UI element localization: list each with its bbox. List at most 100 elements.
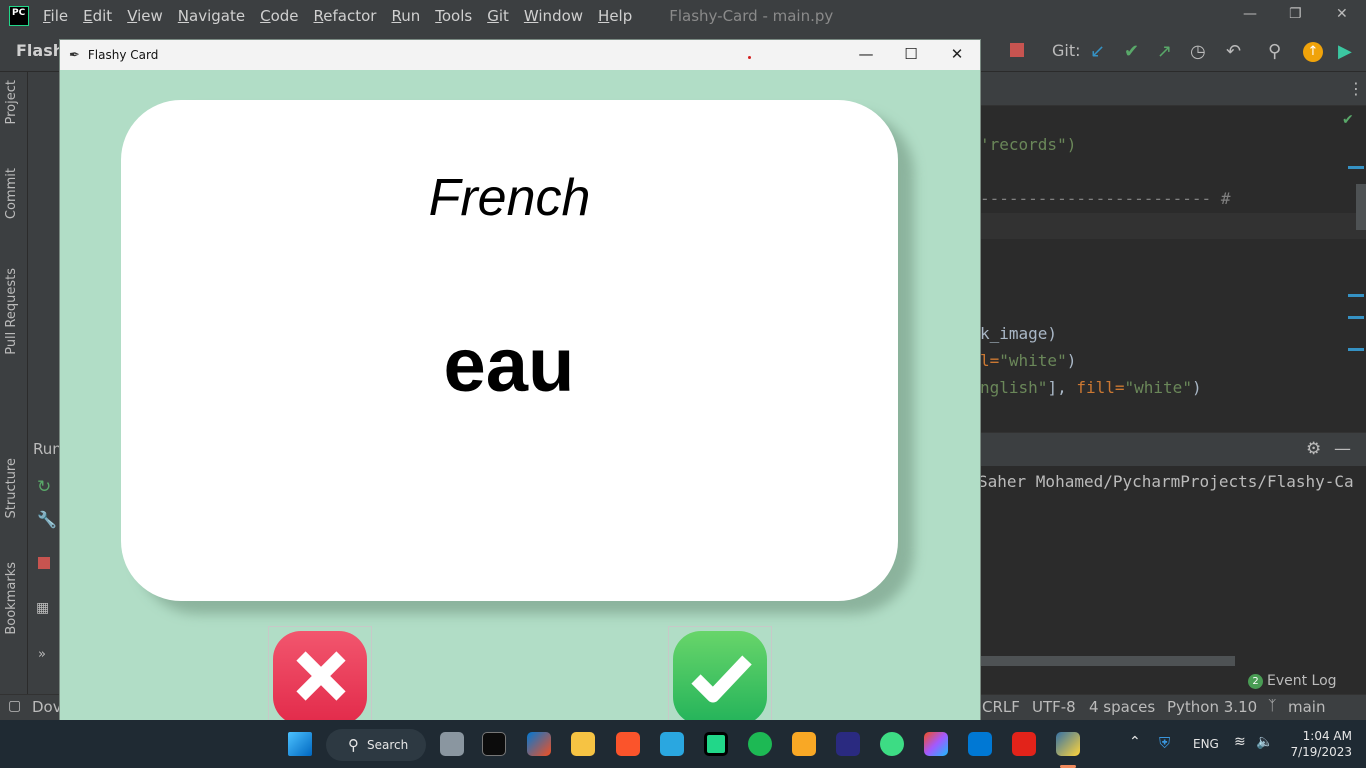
menu-git[interactable]: Git	[487, 7, 509, 25]
spotify-icon[interactable]	[748, 732, 772, 756]
check-icon	[691, 655, 752, 703]
intellij-idea-icon[interactable]	[836, 732, 860, 756]
menu-run[interactable]: Run	[391, 7, 420, 25]
file-explorer-icon[interactable]	[571, 732, 595, 756]
menu-file[interactable]: File	[43, 7, 68, 25]
menu-navigate[interactable]: Navigate	[178, 7, 245, 25]
figma-icon[interactable]	[924, 732, 948, 756]
tab-commit[interactable]: Commit	[4, 168, 19, 219]
tab-bookmarks[interactable]: Bookmarks	[4, 562, 19, 635]
brave-browser-icon[interactable]	[616, 732, 640, 756]
tab-structure[interactable]: Structure	[4, 458, 19, 518]
card-word: eau	[443, 323, 575, 408]
line-separator-status[interactable]: CRLF	[982, 698, 1020, 716]
terminal-icon[interactable]	[482, 732, 506, 756]
wps-office-icon[interactable]	[1012, 732, 1036, 756]
menu-tools[interactable]: Tools	[435, 7, 472, 25]
editor-scrollbar[interactable]	[1356, 184, 1366, 230]
tray-overflow-chevron-icon[interactable]: ⌃	[1129, 734, 1141, 750]
python-icon[interactable]	[1056, 732, 1080, 756]
stop-icon[interactable]	[1010, 43, 1024, 57]
menu-mnemonic: E	[83, 7, 93, 25]
tray-clock[interactable]: 1:04 AM 7/19/2023	[1288, 728, 1352, 760]
git-commit-icon[interactable]: ✔	[1124, 41, 1139, 62]
pycharm-logo-icon: PC	[9, 6, 29, 26]
volume-icon[interactable]: 🔈	[1256, 734, 1273, 750]
flashy-maximize-icon[interactable]: ☐	[896, 45, 926, 63]
tab-pull-requests[interactable]: Pull Requests	[4, 268, 19, 355]
code-line: nglish"], fill="white")	[980, 378, 1202, 397]
git-branch-icon: ᛉ	[1268, 698, 1277, 714]
toggle-tool-windows-icon[interactable]: ▢	[8, 698, 21, 714]
code-token: 'records")	[980, 135, 1077, 154]
editor-more-icon[interactable]: ⋮	[1348, 79, 1364, 98]
run-hide-icon[interactable]: —	[1334, 439, 1351, 459]
rerun-icon[interactable]: ↻	[37, 477, 51, 497]
event-log-button[interactable]: 2 Event Log	[1248, 673, 1337, 689]
layout-icon[interactable]: ▦	[36, 600, 49, 616]
code-editor[interactable]: ⋮ ✔ 'records") ------------------------ …	[980, 72, 1366, 432]
git-label: Git:	[1052, 41, 1081, 60]
console-horizontal-scrollbar[interactable]	[980, 656, 1235, 666]
right-button[interactable]	[668, 626, 772, 720]
menu-edit[interactable]: Edit	[83, 7, 112, 25]
wrench-icon[interactable]: 🔧	[37, 510, 57, 529]
interpreter-status[interactable]: Python 3.10	[1167, 698, 1257, 716]
power-automate-icon[interactable]	[660, 732, 684, 756]
ide-minimize-icon[interactable]: —	[1243, 6, 1257, 22]
indent-status[interactable]: 4 spaces	[1089, 698, 1155, 716]
menu-view[interactable]: View	[127, 7, 163, 25]
windows-start-icon[interactable]	[288, 732, 312, 756]
wrong-button[interactable]	[268, 626, 372, 720]
microsoft-store-icon[interactable]	[527, 732, 551, 756]
run-stop-icon[interactable]	[38, 557, 50, 569]
tab-project[interactable]: Project	[4, 80, 19, 124]
taskbar-search-box[interactable]: ⚲ Search	[326, 729, 426, 761]
menu-mnemonic: V	[127, 7, 138, 25]
tk-feather-icon: ✒	[69, 47, 80, 63]
git-rollback-icon[interactable]: ↶	[1226, 41, 1241, 62]
android-studio-icon[interactable]	[880, 732, 904, 756]
menu-window[interactable]: Window	[524, 7, 583, 25]
editor-tabs-bar: ⋮	[980, 72, 1366, 106]
menu-refactor[interactable]: Refactor	[314, 7, 377, 25]
menu-mnemonic: T	[435, 7, 442, 25]
encoding-status[interactable]: UTF-8	[1032, 698, 1076, 716]
menu-help[interactable]: Help	[598, 7, 632, 25]
git-branch-status[interactable]: main	[1288, 698, 1325, 716]
flashy-close-icon[interactable]: ✕	[942, 45, 972, 63]
code-line: l="white")	[980, 351, 1076, 370]
update-available-icon[interactable]: ↑	[1303, 42, 1323, 62]
menu-code[interactable]: Code	[260, 7, 298, 25]
ide-restore-icon[interactable]: ❐	[1289, 6, 1302, 22]
task-view-icon[interactable]	[440, 732, 464, 756]
jetbrains-toolbox-icon[interactable]: ▶	[1338, 41, 1352, 62]
flashy-card-titlebar[interactable]: ✒ Flashy Card — ☐ ✕	[60, 40, 980, 70]
code-line: k_image)	[980, 324, 1057, 343]
menu-mnemonic: H	[598, 7, 610, 25]
caret-row-highlight	[980, 213, 1366, 239]
git-history-icon[interactable]: ◷	[1190, 41, 1206, 62]
code-token: )	[1191, 378, 1202, 397]
tray-language[interactable]: ENG	[1193, 737, 1219, 751]
search-everywhere-icon[interactable]: ⚲	[1268, 41, 1281, 62]
git-push-icon[interactable]: ↗	[1157, 41, 1172, 62]
vscode-icon[interactable]	[968, 732, 992, 756]
ide-close-icon[interactable]: ✕	[1336, 6, 1348, 22]
more-icon[interactable]: »	[38, 647, 46, 662]
git-update-icon[interactable]: ↙	[1090, 41, 1105, 62]
run-settings-gear-icon[interactable]: ⚙	[1306, 439, 1321, 459]
change-marker	[1348, 316, 1364, 319]
card-title: French	[428, 169, 591, 227]
security-shield-icon[interactable]: ⛨	[1159, 734, 1170, 752]
inspection-ok-icon: ✔	[1342, 112, 1354, 128]
pycharm-taskbar-icon[interactable]	[704, 732, 728, 756]
run-console-output[interactable]: Saher Mohamed/PycharmProjects/Flashy-Ca	[978, 466, 1366, 656]
flashy-card-window: ✒ Flashy Card — ☐ ✕ French eau	[60, 40, 980, 720]
change-marker	[1348, 294, 1364, 297]
flashy-minimize-icon[interactable]: —	[851, 45, 881, 63]
jetbrains-toolbox-taskbar-icon[interactable]	[792, 732, 816, 756]
change-marker	[1348, 166, 1364, 169]
wifi-icon[interactable]: ≋	[1234, 734, 1246, 750]
status-left-text: Dov	[32, 698, 62, 716]
